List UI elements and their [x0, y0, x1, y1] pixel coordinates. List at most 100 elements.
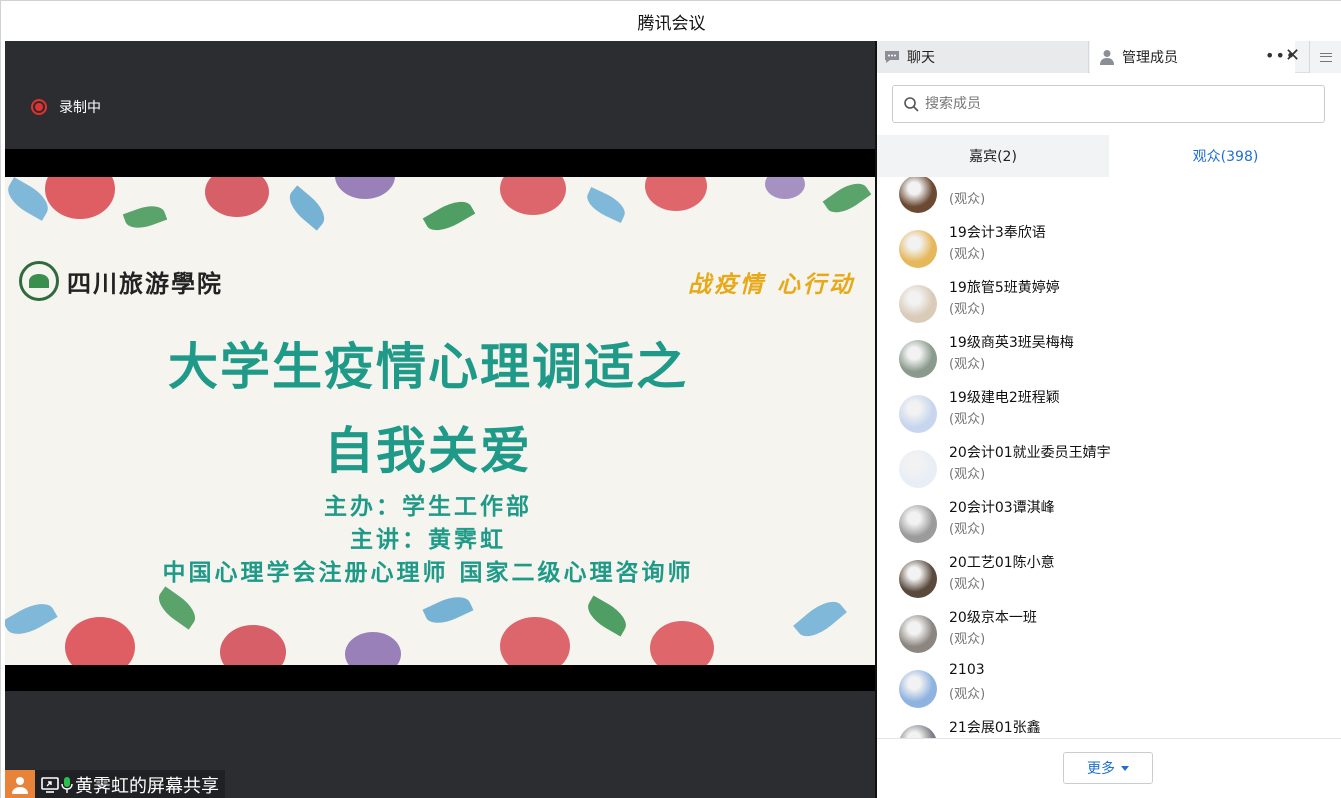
member-role: (观众) [949, 577, 986, 592]
search-input[interactable] [925, 96, 1305, 112]
school-name: 四川旅游學院 [67, 268, 223, 298]
more-button-label: 更多 [1087, 761, 1115, 777]
member-role: (观众) [949, 467, 986, 482]
flower-decoration [335, 177, 395, 199]
member-row[interactable]: 20会计01就业委员王婧宇 (观众) [899, 442, 1339, 497]
member-segments: 嘉宾(2) 观众(398) [877, 135, 1341, 177]
member-avatar [899, 340, 937, 378]
slide-title-line1: 大学生疫情心理调适之 [168, 338, 688, 396]
leaf-decoration [422, 590, 474, 630]
member-avatar [899, 177, 937, 213]
title-bar: 腾讯会议 [1, 1, 1341, 41]
member-avatar [899, 670, 937, 708]
tab-members-label: 管理成员 [1122, 50, 1178, 66]
member-search[interactable] [892, 85, 1325, 123]
shared-slide: 四川旅游學院 战疫情 心行动 大学生疫情心理调适之 自我关爱 主办：学生工作部 … [5, 177, 875, 665]
slide-credentials: 中国心理学会注册心理师 国家二级心理咨询师 [162, 559, 694, 586]
window-title: 腾讯会议 [637, 13, 706, 34]
member-role: (观众) [949, 632, 986, 647]
flower-decoration [645, 177, 707, 211]
user-avatar-icon [5, 770, 35, 798]
leaf-decoration [582, 187, 630, 223]
slide-organizer: 主办：学生工作部 [324, 493, 532, 520]
member-avatar [899, 230, 937, 268]
member-name: 21会展01张鑫 [949, 720, 1041, 736]
member-avatar [899, 285, 937, 323]
member-row[interactable]: 19级建电2班程颖 (观众) [899, 387, 1339, 442]
flower-decoration [765, 177, 805, 199]
member-name: 20级京本一班 [949, 610, 1037, 626]
member-icon [1100, 50, 1114, 65]
member-avatar [899, 450, 937, 488]
member-name: 19旅管5班黄婷婷 [949, 280, 1060, 296]
member-avatar [899, 505, 937, 543]
member-row[interactable]: (观众) [899, 177, 1339, 222]
chat-icon [885, 51, 899, 63]
tab-chat-label: 聊天 [907, 50, 935, 66]
leaf-decoration [822, 177, 872, 220]
member-name: 20会计03谭淇峰 [949, 500, 1055, 516]
member-name: 20会计01就业委员王婧宇 [949, 445, 1111, 461]
member-row[interactable]: 20级京本一班 (观众) [899, 607, 1339, 662]
member-name: 19级商英3班吴梅梅 [949, 335, 1074, 351]
screen-share-icon [41, 776, 59, 793]
member-row[interactable]: 20工艺01陈小意 (观众) [899, 552, 1339, 607]
segment-guests[interactable]: 嘉宾(2) [877, 135, 1109, 177]
member-row[interactable]: 19级商英3班吴梅梅 (观众) [899, 332, 1339, 387]
hamburger-icon [1320, 52, 1332, 62]
close-icon[interactable]: ✕ [1285, 45, 1300, 66]
member-role: (观众) [949, 247, 986, 262]
member-avatar [899, 560, 937, 598]
member-row[interactable]: 19旅管5班黄婷婷 (观众) [899, 277, 1339, 332]
slide-speaker: 主讲：黄霁虹 [350, 526, 506, 553]
side-panel: 聊天 管理成员 ••• ✕ 嘉宾(2) 观众(398) [877, 41, 1341, 798]
member-role: (观众) [949, 412, 986, 427]
flower-decoration [345, 632, 401, 665]
microphone-icon [61, 776, 73, 793]
member-row[interactable]: 21会展01张鑫(观众) [899, 717, 1339, 738]
screen-share-tag: 黄霁虹的屏幕共享 [5, 770, 225, 798]
leaf-decoration [582, 595, 632, 637]
member-name: 20工艺01陈小意 [949, 555, 1055, 571]
more-button[interactable]: 更多 [1063, 752, 1153, 784]
member-avatar [899, 725, 937, 738]
member-role: (观众) [949, 357, 986, 372]
member-row[interactable]: 2103 (观众) [899, 662, 1339, 717]
member-avatar [899, 615, 937, 653]
member-list[interactable]: (观众) 19会计3奉欣语 (观众) 19旅管5班黄婷婷 (观众) 19级商英3班吴梅梅 (… [877, 177, 1341, 738]
panel-menu-button[interactable] [1309, 41, 1341, 73]
share-label: 黄霁虹的屏幕共享 [75, 775, 219, 797]
recording-indicator[interactable]: 录制中 [31, 97, 101, 117]
school-emblem-icon [19, 261, 59, 301]
letterbox-top [5, 149, 875, 177]
member-name: 2103 [949, 662, 985, 678]
member-role: (观众) [949, 192, 986, 207]
segment-audience[interactable]: 观众(398) [1109, 135, 1341, 177]
school-logo: 四川旅游學院 [19, 261, 223, 301]
member-role: (观众) [949, 687, 986, 702]
member-role: (观众) [949, 302, 986, 317]
member-role: (观众) [949, 522, 986, 537]
flower-decoration [65, 617, 135, 665]
leaf-decoration [5, 596, 58, 642]
leaf-decoration [283, 185, 331, 231]
slide-slogan: 战疫情 心行动 [687, 271, 855, 298]
flower-decoration [220, 625, 286, 665]
member-name: 19级建电2班程颖 [949, 390, 1060, 406]
member-name: 19会计3奉欣语 [949, 225, 1046, 241]
video-area[interactable]: 录制中 四川旅游學院 战疫情 心行动 大学生疫情心理调适之 自我关爱 主办：学生… [5, 41, 875, 798]
meeting-window: 腾讯会议 录制中 四川旅游學院 战疫情 心行动 大学生疫情心理调适之 自我关爱 … [0, 0, 1341, 798]
recording-label: 录制中 [59, 100, 101, 116]
leaf-decoration [422, 194, 476, 238]
tab-chat[interactable]: 聊天 [877, 41, 1089, 73]
letterbox-bottom [5, 665, 875, 691]
flower-decoration [500, 617, 570, 665]
search-icon [904, 97, 919, 112]
leaf-decoration [122, 200, 168, 234]
member-row[interactable]: 19会计3奉欣语 (观众) [899, 222, 1339, 277]
member-avatar [899, 395, 937, 433]
flower-decoration [45, 177, 115, 219]
member-row[interactable]: 20会计03谭淇峰 (观众) [899, 497, 1339, 552]
flower-decoration [205, 177, 269, 217]
flower-decoration [650, 621, 714, 665]
